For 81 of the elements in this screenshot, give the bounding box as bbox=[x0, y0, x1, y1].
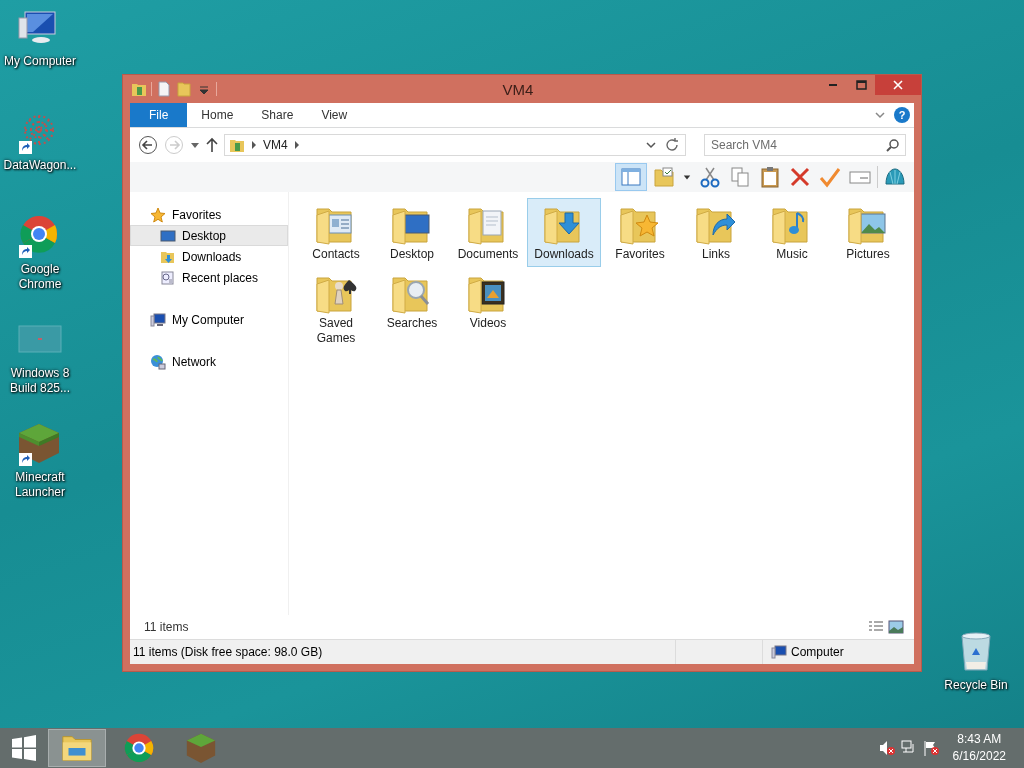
network-icon[interactable] bbox=[900, 740, 917, 756]
folder-item[interactable]: Favorites bbox=[603, 198, 677, 267]
folder-item[interactable]: Desktop bbox=[375, 198, 449, 267]
folder-item[interactable]: Saved Games bbox=[299, 267, 373, 347]
details-view-button[interactable] bbox=[866, 620, 886, 634]
ribbon-tab[interactable]: View bbox=[307, 103, 362, 127]
folder-item[interactable]: Searches bbox=[375, 267, 449, 347]
delete-icon bbox=[789, 166, 811, 188]
muted-speaker-icon[interactable] bbox=[878, 740, 895, 756]
clock[interactable]: 8:43 AM 6/16/2022 bbox=[952, 731, 1006, 765]
item-count: 11 items bbox=[144, 620, 190, 634]
pane-layout-icon bbox=[620, 166, 642, 188]
computer-icon bbox=[150, 311, 166, 328]
ribbon-tab[interactable]: Share bbox=[247, 103, 308, 127]
folder-check-icon bbox=[653, 166, 675, 188]
folder-item[interactable]: Links bbox=[679, 198, 753, 267]
navigation-pane-button[interactable] bbox=[615, 163, 647, 191]
desktop-icon bbox=[160, 227, 176, 244]
clock-date: 6/16/2022 bbox=[952, 748, 1006, 765]
clock-time: 8:43 AM bbox=[956, 731, 1003, 748]
document-icon[interactable] bbox=[156, 81, 172, 97]
expand-ribbon-icon[interactable] bbox=[874, 109, 886, 121]
navigation-item[interactable]: Network bbox=[130, 351, 288, 372]
address-bar[interactable]: VM4 bbox=[224, 134, 686, 156]
status-text: 11 items (Disk free space: 98.0 GB) bbox=[133, 645, 323, 659]
navigation-item[interactable]: My Computer bbox=[130, 309, 288, 330]
navigation-item[interactable]: Desktop bbox=[130, 225, 288, 246]
desktop-icon-label[interactable]: Google Chrome bbox=[1, 262, 79, 292]
list-icon bbox=[868, 620, 884, 634]
chevron-icon[interactable] bbox=[293, 141, 300, 149]
network-icon bbox=[150, 353, 166, 370]
windows-logo-icon bbox=[11, 735, 37, 761]
desktop-icon-label[interactable]: Recycle Bin bbox=[937, 678, 1015, 693]
help-button[interactable]: ? bbox=[894, 107, 910, 123]
picture-icon bbox=[888, 620, 904, 634]
maximize-icon bbox=[855, 80, 867, 90]
flag-icon[interactable] bbox=[922, 740, 939, 756]
close-button[interactable] bbox=[875, 75, 921, 95]
navigation-item[interactable]: Favorites bbox=[130, 204, 288, 225]
scissors-icon bbox=[699, 166, 721, 188]
shell-icon bbox=[884, 166, 906, 188]
chevron-icon[interactable] bbox=[251, 141, 257, 149]
copy-icon bbox=[729, 166, 751, 188]
search-icon[interactable] bbox=[886, 138, 900, 152]
up-button[interactable] bbox=[206, 137, 218, 153]
folder-item[interactable]: Videos bbox=[451, 267, 525, 347]
desktop-icon-label[interactable]: Minecraft Launcher bbox=[1, 470, 79, 500]
large-icons-view-button[interactable] bbox=[886, 620, 906, 634]
desktop-icon-label[interactable]: Windows 8 Build 825... bbox=[1, 366, 79, 396]
back-button[interactable] bbox=[138, 135, 158, 155]
close-icon bbox=[893, 80, 903, 90]
navigation-item[interactable]: Recent places bbox=[130, 267, 288, 288]
computer-icon bbox=[771, 645, 787, 659]
recent-places-icon bbox=[160, 269, 176, 286]
file-menu-tab[interactable]: File bbox=[130, 103, 188, 127]
window-title: VM4 bbox=[501, 80, 535, 98]
breadcrumb[interactable]: VM4 bbox=[263, 138, 288, 152]
search-field[interactable]: Search VM4 bbox=[704, 134, 906, 156]
checkmark-icon bbox=[819, 166, 841, 188]
folder-item[interactable]: Music bbox=[755, 198, 829, 267]
navigation-item[interactable]: Downloads bbox=[130, 246, 288, 267]
folder-item[interactable]: Contacts bbox=[299, 198, 373, 267]
grass-block-icon bbox=[184, 731, 218, 765]
status-location: Computer bbox=[791, 645, 844, 659]
file-explorer-taskbar-button[interactable] bbox=[48, 729, 106, 767]
favorites-icon bbox=[150, 206, 166, 223]
recent-locations-button[interactable] bbox=[190, 140, 200, 150]
caret-icon bbox=[683, 173, 691, 181]
folder-check-button[interactable] bbox=[651, 164, 677, 190]
folder-item[interactable]: Pictures bbox=[831, 198, 905, 267]
dropdown-icon[interactable] bbox=[645, 139, 657, 151]
ribbon-tab[interactable]: Home bbox=[187, 103, 248, 127]
folder-item[interactable]: Downloads bbox=[527, 198, 601, 267]
folder-item[interactable]: Documents bbox=[451, 198, 525, 267]
caret-icon bbox=[190, 140, 200, 150]
minimize-icon bbox=[828, 84, 838, 86]
refresh-icon[interactable] bbox=[663, 136, 681, 154]
browser-icon bbox=[122, 731, 156, 765]
up-arrow-icon bbox=[206, 137, 218, 153]
folder-icon bbox=[229, 137, 245, 153]
clipboard-icon bbox=[759, 166, 781, 188]
